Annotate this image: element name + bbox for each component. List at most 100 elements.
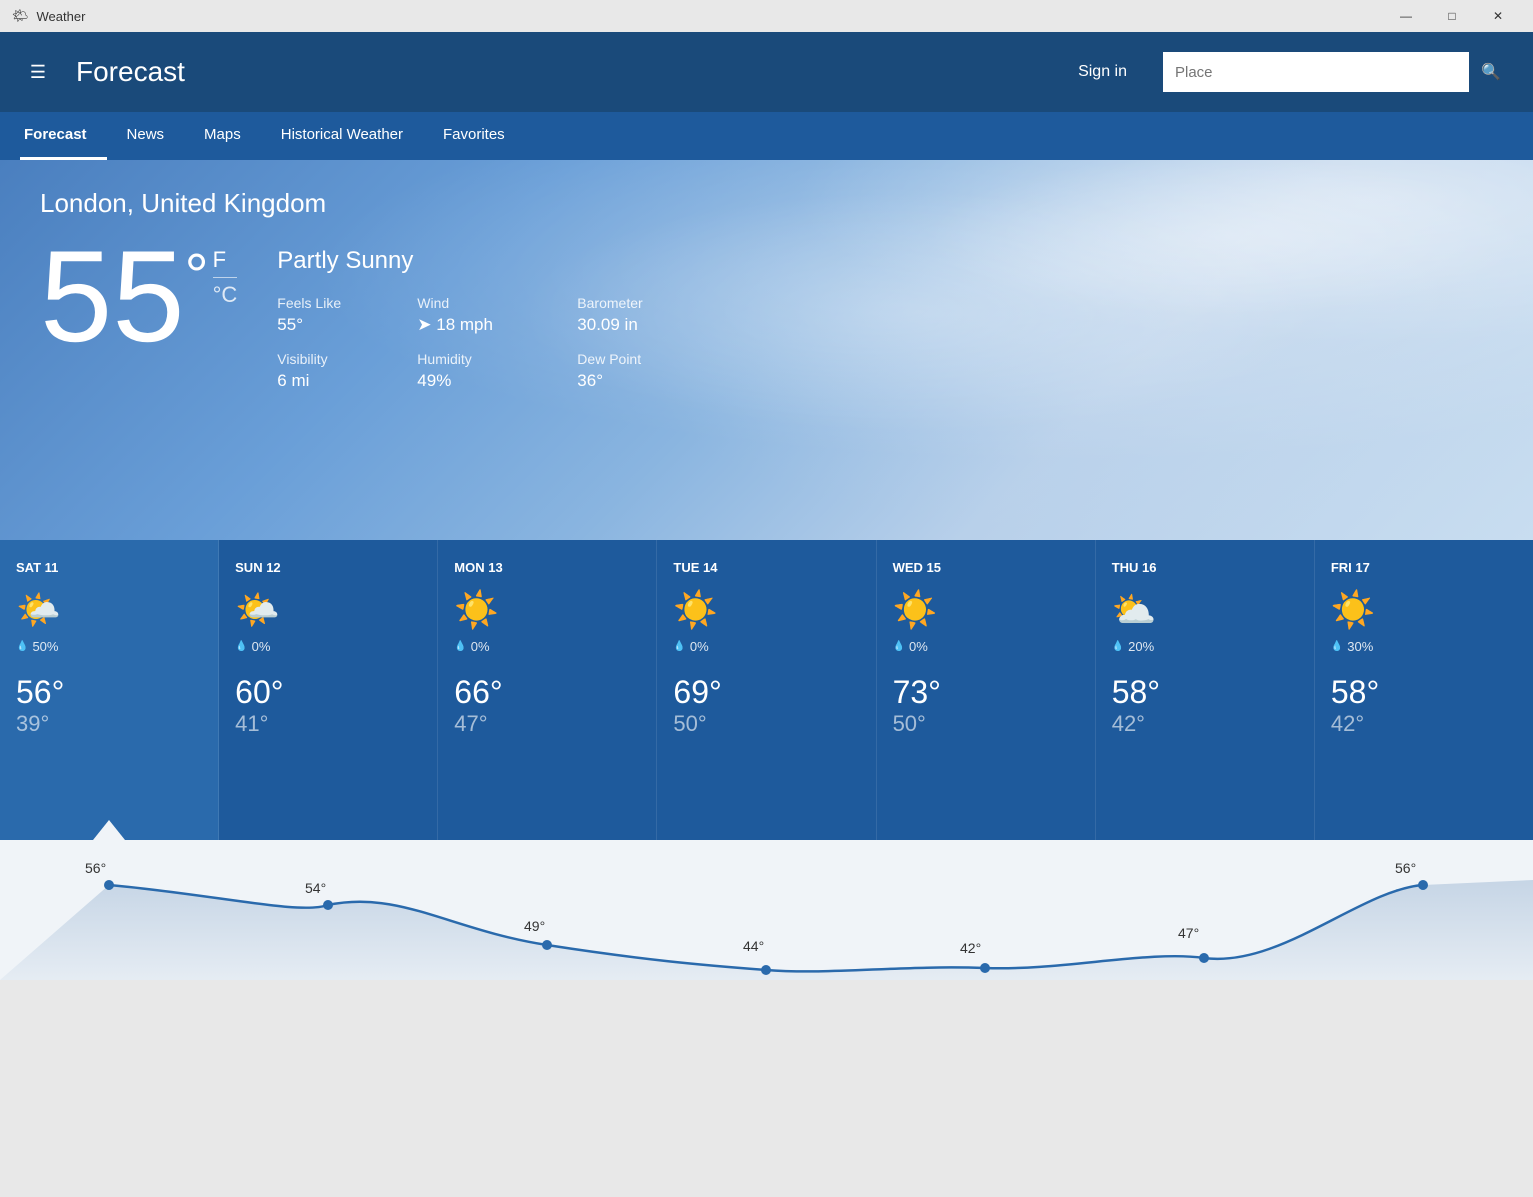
search-box: 🔍	[1163, 52, 1513, 92]
search-icon: 🔍	[1481, 62, 1501, 82]
precip-value: 0%	[909, 639, 928, 654]
precip-value: 0%	[252, 639, 271, 654]
precip-value: 50%	[32, 639, 58, 654]
day-icon: ⛅	[1112, 589, 1298, 631]
wind: Wind ➤ 18 mph	[417, 295, 577, 335]
low-temp: 50°	[893, 711, 1079, 737]
temperature: 55	[40, 231, 185, 361]
forecast-day-1[interactable]: SUN 12 🌤️ 💧 0% 60° 41°	[219, 540, 438, 840]
precip-value: 30%	[1347, 639, 1373, 654]
chart-label-4: 42°	[960, 940, 981, 956]
feels-like: Feels Like 55°	[277, 295, 417, 335]
day-name: SUN 12	[235, 560, 421, 575]
dew-point-label: Dew Point	[577, 351, 737, 367]
search-input[interactable]	[1163, 64, 1469, 81]
visibility: Visibility 6 mi	[277, 351, 417, 391]
precip: 💧 0%	[454, 639, 640, 654]
nav-item-historical-weather[interactable]: Historical Weather	[261, 112, 423, 160]
humidity: Humidity 49%	[417, 351, 577, 391]
sign-in-button[interactable]: Sign in	[1078, 63, 1127, 81]
app-icon: 🌤	[12, 8, 29, 24]
day-name: SAT 11	[16, 560, 202, 575]
forecast-day-0[interactable]: SAT 11 🌤️ 💧 50% 56° 39°	[0, 540, 219, 840]
chart-label-0: 56°	[85, 860, 106, 876]
day-icon: ☀️	[673, 589, 859, 631]
nav-bar: Forecast News Maps Historical Weather Fa…	[0, 112, 1533, 160]
title-bar-left: 🌤 Weather	[12, 8, 85, 24]
feels-like-value: 55°	[277, 315, 417, 335]
high-temp: 66°	[454, 674, 640, 711]
chart-label-6: 56°	[1395, 860, 1416, 876]
precip: 💧 30%	[1331, 639, 1517, 654]
humidity-label: Humidity	[417, 351, 577, 367]
precip-dot: 💧	[1112, 641, 1124, 652]
nav-item-news[interactable]: News	[107, 112, 185, 160]
day-icon: 🌤️	[235, 589, 421, 631]
chart-label-1: 54°	[305, 880, 326, 896]
high-temp: 58°	[1112, 674, 1298, 711]
hamburger-menu[interactable]: ☰	[20, 62, 56, 83]
app-title: Forecast	[76, 56, 1058, 88]
precip-dot: 💧	[454, 641, 466, 652]
precip: 💧 0%	[235, 639, 421, 654]
search-button[interactable]: 🔍	[1469, 52, 1513, 92]
forecast-day-4[interactable]: WED 15 ☀️ 💧 0% 73° 50°	[877, 540, 1096, 840]
forecast-day-5[interactable]: THU 16 ⛅ 💧 20% 58° 42°	[1096, 540, 1315, 840]
feels-like-label: Feels Like	[277, 295, 417, 311]
precip-dot: 💧	[1331, 641, 1343, 652]
high-temp: 73°	[893, 674, 1079, 711]
scale-divider	[213, 277, 238, 278]
forecast-strip: SAT 11 🌤️ 💧 50% 56° 39° SUN 12 🌤️ 💧 0% 6…	[0, 540, 1533, 840]
precip-value: 0%	[471, 639, 490, 654]
maximize-button[interactable]: □	[1429, 0, 1475, 32]
precip-dot: 💧	[673, 641, 685, 652]
high-temp: 60°	[235, 674, 421, 711]
forecast-day-3[interactable]: TUE 14 ☀️ 💧 0% 69° 50°	[657, 540, 876, 840]
day-name: FRI 17	[1331, 560, 1517, 575]
high-temp: 69°	[673, 674, 859, 711]
close-button[interactable]: ✕	[1475, 0, 1521, 32]
app-header: ☰ Forecast Sign in 🔍	[0, 32, 1533, 112]
precip-dot: 💧	[235, 641, 247, 652]
day-icon: ☀️	[1331, 589, 1517, 631]
nav-item-forecast[interactable]: Forecast	[20, 112, 107, 160]
day-name: WED 15	[893, 560, 1079, 575]
precip: 💧 0%	[673, 639, 859, 654]
low-temp: 47°	[454, 711, 640, 737]
precip-value: 0%	[690, 639, 709, 654]
day-name: THU 16	[1112, 560, 1298, 575]
scale-f[interactable]: F	[213, 247, 238, 273]
precip-dot: 💧	[893, 641, 905, 652]
low-temp: 42°	[1331, 711, 1517, 737]
chart-label-2: 49°	[524, 918, 545, 934]
high-temp: 58°	[1331, 674, 1517, 711]
temp-scale: F °C	[213, 247, 238, 308]
minimize-button[interactable]: —	[1383, 0, 1429, 32]
chart-label-5: 47°	[1178, 925, 1199, 941]
precip: 💧 50%	[16, 639, 202, 654]
precip-value: 20%	[1128, 639, 1154, 654]
app-name: Weather	[37, 9, 86, 24]
precip: 💧 20%	[1112, 639, 1298, 654]
location: London, United Kingdom	[40, 188, 1493, 219]
day-name: TUE 14	[673, 560, 859, 575]
nav-item-maps[interactable]: Maps	[184, 112, 261, 160]
visibility-label: Visibility	[277, 351, 417, 367]
scale-c[interactable]: °C	[213, 282, 238, 308]
forecast-day-2[interactable]: MON 13 ☀️ 💧 0% 66° 47°	[438, 540, 657, 840]
low-temp: 39°	[16, 711, 202, 737]
nav-item-favorites[interactable]: Favorites	[423, 112, 525, 160]
chart-arrow	[93, 820, 125, 840]
weather-details: Feels Like 55° Wind ➤ 18 mph Barometer 3…	[277, 295, 737, 391]
forecast-day-6[interactable]: FRI 17 ☀️ 💧 30% 58° 42°	[1315, 540, 1533, 840]
dew-point-value: 36°	[577, 371, 737, 391]
dew-point: Dew Point 36°	[577, 351, 737, 391]
low-temp: 50°	[673, 711, 859, 737]
title-bar: 🌤 Weather — □ ✕	[0, 0, 1533, 32]
barometer-label: Barometer	[577, 295, 737, 311]
degree-symbol: °	[185, 241, 209, 310]
day-name: MON 13	[454, 560, 640, 575]
barometer-value: 30.09 in	[577, 315, 737, 335]
hero-section: London, United Kingdom 55 ° F °C Partly …	[0, 160, 1533, 540]
wind-label: Wind	[417, 295, 577, 311]
